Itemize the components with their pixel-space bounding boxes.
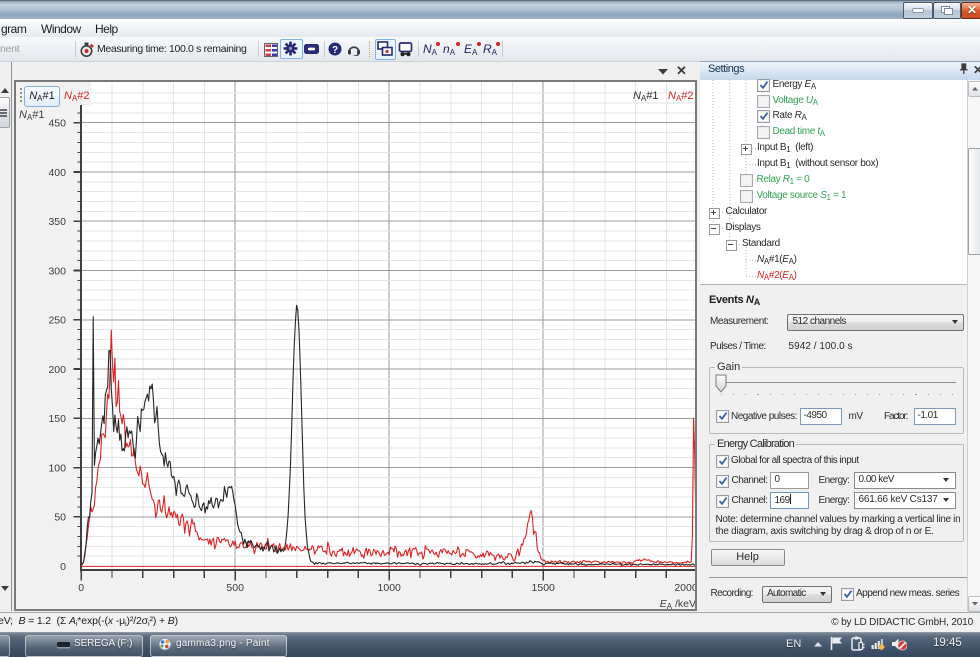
svg-text:EA /keV: EA /keV (660, 598, 695, 609)
svg-text:?: ? (332, 45, 338, 56)
svg-text:150: 150 (48, 413, 66, 425)
svg-text:1000: 1000 (378, 582, 402, 594)
svg-text:1500: 1500 (532, 582, 556, 594)
svg-text:400: 400 (48, 167, 66, 179)
svg-text:2000: 2000 (674, 582, 695, 594)
svg-text:450: 450 (48, 118, 66, 130)
svg-text:50: 50 (54, 512, 66, 524)
svg-text:350: 350 (48, 216, 66, 228)
svg-text:100: 100 (48, 462, 66, 474)
svg-text:250: 250 (48, 315, 66, 327)
svg-text:0: 0 (78, 582, 84, 594)
svg-text:200: 200 (48, 364, 66, 376)
svg-text:300: 300 (48, 265, 66, 277)
svg-text:500: 500 (226, 582, 244, 594)
svg-text:0: 0 (60, 561, 66, 573)
